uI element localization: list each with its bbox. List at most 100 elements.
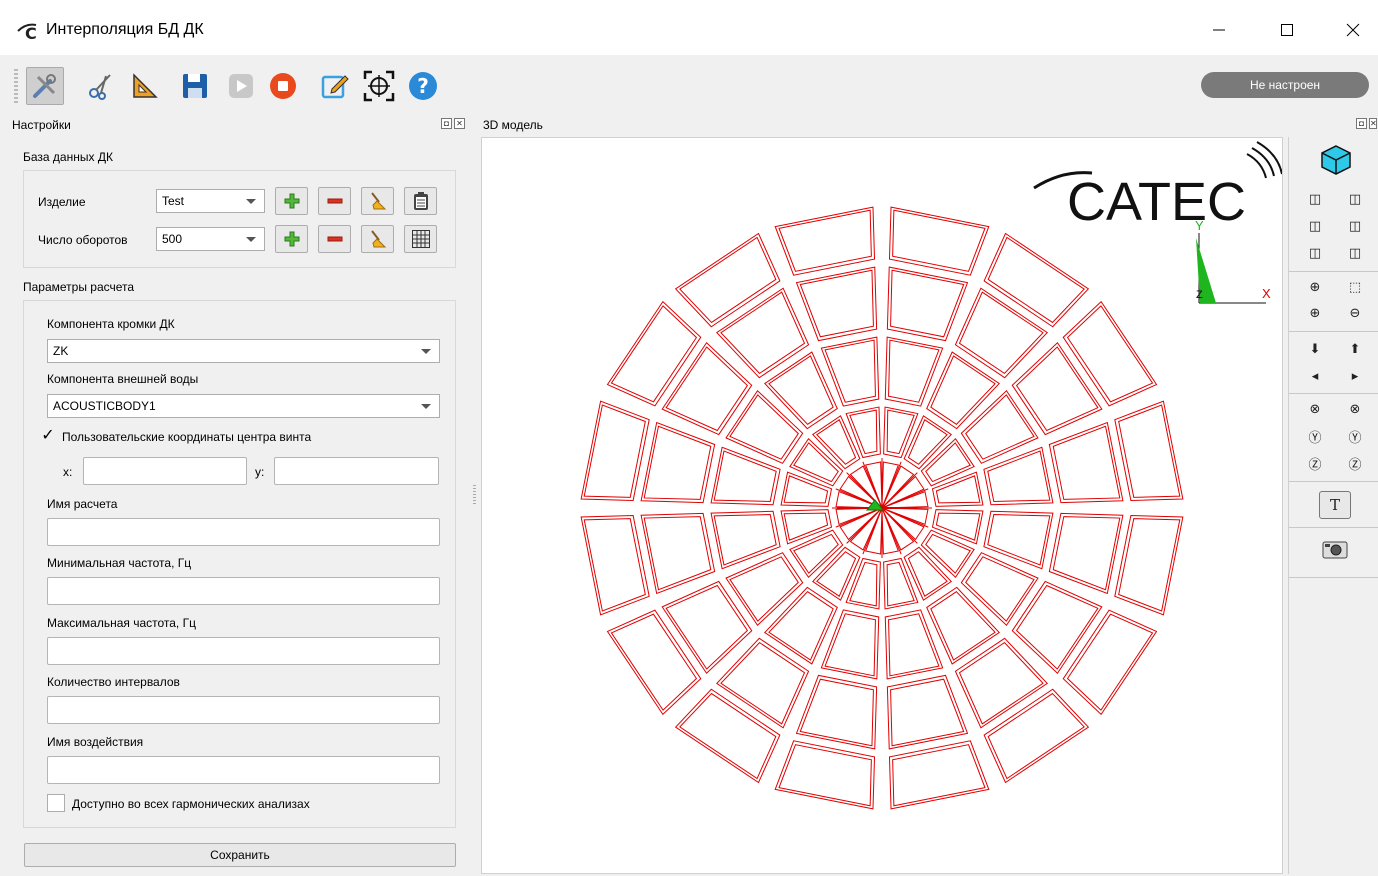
mesh-cell <box>1062 300 1158 407</box>
edge-component-select[interactable]: ZK <box>47 339 440 363</box>
chevron-down-icon <box>421 404 431 409</box>
mesh-cell <box>665 584 749 670</box>
clear-rpm-button[interactable] <box>361 225 394 253</box>
mesh-cell <box>729 394 799 460</box>
model-canvas[interactable]: CATEC Y X Z <box>482 138 1283 873</box>
panel-splitter[interactable] <box>473 485 476 505</box>
iso-view-button[interactable] <box>1319 143 1353 177</box>
mesh-cell <box>925 533 971 574</box>
remove-rpm-button[interactable] <box>318 225 351 253</box>
view-front-button[interactable]: ◫ <box>1303 187 1327 211</box>
mesh-cell <box>674 688 781 784</box>
add-rpm-button[interactable] <box>275 225 308 253</box>
save-button[interactable]: Сохранить <box>24 843 456 867</box>
mesh-cell <box>783 475 829 504</box>
mesh-cell <box>930 355 996 425</box>
rotate-x-ccw-button[interactable]: ⊗ <box>1303 397 1327 421</box>
mesh-cell <box>886 561 915 607</box>
all-harmonic-checkbox[interactable] <box>47 794 65 812</box>
rpm-select[interactable]: 500 <box>156 227 265 251</box>
product-select[interactable]: Test <box>156 189 265 213</box>
mesh-cell <box>987 692 1085 780</box>
mesh-cell <box>610 613 698 711</box>
zoom-fit-icon: ⊕ <box>1309 279 1321 294</box>
mesh-cell <box>886 266 969 342</box>
minus-icon <box>327 198 342 204</box>
float-icon[interactable]: ◘ <box>441 118 452 129</box>
custom-coords-checkbox[interactable]: ✓ <box>39 427 57 445</box>
pan-down-icon: ⬇ <box>1309 341 1321 356</box>
max-freq-input[interactable] <box>47 637 440 665</box>
close-button[interactable] <box>1330 10 1376 50</box>
mesh-cell <box>1066 613 1154 711</box>
rotate-x-cw-button[interactable]: ⊗ <box>1343 397 1367 421</box>
pan-up-button[interactable]: ⬆ <box>1343 337 1367 361</box>
add-product-button[interactable] <box>275 187 308 215</box>
help-button[interactable]: ? <box>404 67 442 105</box>
zoom-in-button[interactable]: ⊕ <box>1303 301 1327 325</box>
maximize-button[interactable] <box>1264 10 1310 50</box>
mesh-cell <box>954 637 1048 729</box>
mesh-cell <box>1066 305 1154 403</box>
float-icon[interactable]: ◘ <box>1356 118 1367 129</box>
minimize-button[interactable] <box>1196 10 1242 50</box>
view-bottom-button[interactable]: ◫ <box>1343 241 1367 265</box>
toolbar-grip[interactable] <box>14 69 18 103</box>
rotate-z-ccw-button[interactable]: Ⓩ <box>1303 451 1327 475</box>
plus-icon <box>284 193 299 209</box>
pan-right-button[interactable]: ▸ <box>1343 364 1367 388</box>
rotate-z-cw-button[interactable]: Ⓩ <box>1343 451 1367 475</box>
camera-icon <box>1322 541 1348 559</box>
water-component-select[interactable]: ACOUSTICBODY1 <box>47 394 440 418</box>
run-button[interactable] <box>222 67 260 105</box>
x-coordinate-input[interactable] <box>83 457 247 485</box>
min-freq-input[interactable] <box>47 577 440 605</box>
mesh-cell <box>930 591 996 661</box>
product-details-button[interactable] <box>404 187 437 215</box>
mesh-cell <box>987 236 1085 324</box>
view-back-button[interactable]: ◫ <box>1343 187 1367 211</box>
settings-button[interactable] <box>26 67 64 105</box>
mesh-cell <box>665 346 749 432</box>
zoom-window-button[interactable]: ⬚ <box>1343 275 1367 299</box>
text-toggle-button[interactable]: T <box>1319 491 1351 519</box>
chevron-down-icon <box>246 237 256 242</box>
y-coordinate-input[interactable] <box>274 457 439 485</box>
stop-button[interactable] <box>264 67 302 105</box>
cut-button[interactable] <box>82 67 120 105</box>
mesh-cell <box>768 355 834 425</box>
save-toolbar-button[interactable] <box>176 67 214 105</box>
mesh-cell <box>816 551 857 597</box>
intervals-input[interactable] <box>47 696 440 724</box>
mesh-cell <box>793 442 839 483</box>
window-title: Интерполяция БД ДК <box>46 21 204 38</box>
pan-down-button[interactable]: ⬇ <box>1303 337 1327 361</box>
view-top-button[interactable]: ◫ <box>1303 241 1327 265</box>
remove-product-button[interactable] <box>318 187 351 215</box>
target-button[interactable] <box>360 67 398 105</box>
text-icon: T <box>1329 496 1340 514</box>
db-groupbox <box>23 170 456 268</box>
cube-left-icon: ◫ <box>1308 218 1322 233</box>
mesh-cell <box>935 475 981 504</box>
view-right-button[interactable]: ◫ <box>1343 214 1367 238</box>
rotate-y-ccw-button[interactable]: Ⓨ <box>1303 424 1327 448</box>
view-left-button[interactable]: ◫ <box>1303 214 1327 238</box>
mesh-cell <box>983 232 1090 328</box>
dock-close-icon[interactable]: ✕ <box>454 118 465 129</box>
clear-product-button[interactable] <box>361 187 394 215</box>
edit-button[interactable] <box>316 67 354 105</box>
pan-left-button[interactable]: ◂ <box>1303 364 1327 388</box>
mesh-cell <box>886 409 915 455</box>
rpm-table-button[interactable] <box>404 225 437 253</box>
dock-close-icon[interactable]: ✕ <box>1369 118 1377 129</box>
calc-name-input[interactable] <box>47 518 440 546</box>
measure-button[interactable] <box>126 67 164 105</box>
screenshot-button[interactable] <box>1319 537 1351 561</box>
rotate-y-cw-button[interactable]: Ⓨ <box>1343 424 1367 448</box>
zoom-fit-button[interactable]: ⊕ <box>1303 275 1327 299</box>
triangle-ruler-icon <box>133 73 158 98</box>
zoom-out-button[interactable]: ⊖ <box>1343 301 1367 325</box>
model-viewport[interactable]: CATEC Y X Z <box>481 137 1283 874</box>
impact-name-input[interactable] <box>47 756 440 784</box>
